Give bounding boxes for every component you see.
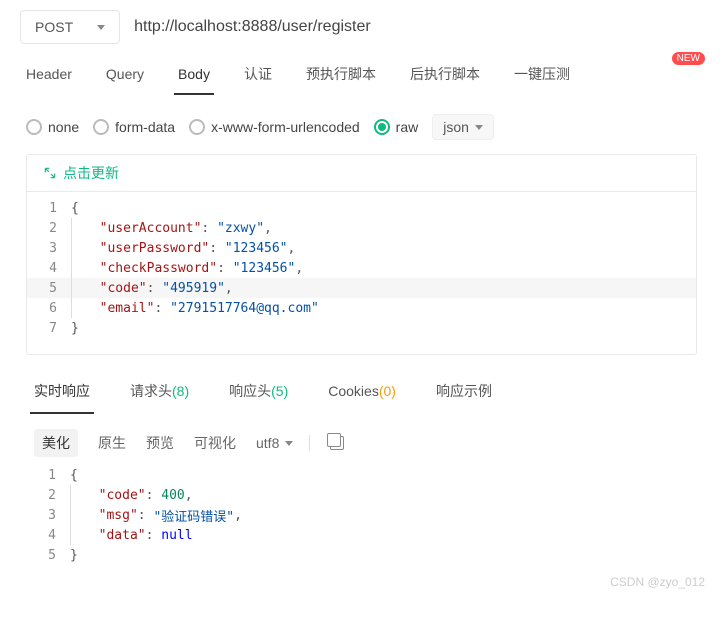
encoding-value: utf8 [256, 435, 279, 451]
resp-tab-count: (8) [172, 383, 189, 399]
body-type-form-data[interactable]: form-data [93, 119, 175, 135]
line-number: 6 [27, 301, 71, 316]
http-method-select[interactable]: POST [20, 10, 120, 44]
resp-tab-count: (0) [379, 383, 396, 399]
radio-label: form-data [115, 119, 175, 135]
line-number: 7 [27, 321, 71, 336]
resp-tab-cookies[interactable]: Cookies(0) [328, 383, 396, 411]
line-number: 2 [26, 488, 70, 503]
line-number: 3 [27, 241, 71, 256]
line-number: 5 [26, 548, 70, 563]
tab-pre-script[interactable]: 预执行脚本 [306, 64, 376, 96]
resp-tab-req-header[interactable]: 请求头(8) [130, 381, 189, 413]
line-number: 1 [27, 201, 71, 216]
radio-label: raw [396, 119, 419, 135]
line-number: 5 [27, 281, 71, 296]
resp-tab-label: 响应头 [229, 383, 271, 399]
refresh-icon [43, 166, 57, 180]
watermark: CSDN @zyo_012 [0, 575, 723, 595]
click-update-label: 点击更新 [63, 163, 119, 183]
request-url-input[interactable]: http://localhost:8888/user/register [134, 12, 703, 42]
request-body-editor-wrap: 点击更新 1{ 2 "userAccount": "zxwy", 3 "user… [26, 154, 697, 355]
radio-label: x-www-form-urlencoded [211, 119, 360, 135]
response-body-viewer[interactable]: 1{ 2 "code": 400, 3 "msg": "验证码错误", 4 "d… [26, 465, 697, 565]
body-type-row: none form-data x-www-form-urlencoded raw… [0, 96, 723, 154]
fmt-beautify[interactable]: 美化 [34, 429, 78, 457]
tab-query[interactable]: Query [106, 66, 144, 94]
copy-icon[interactable] [330, 436, 344, 450]
line-number: 3 [26, 508, 70, 523]
line-number: 1 [26, 468, 70, 483]
fmt-visual[interactable]: 可视化 [194, 433, 236, 453]
tab-auth[interactable]: 认证 [244, 64, 272, 96]
resp-tab-label: 请求头 [130, 383, 172, 399]
line-number: 2 [27, 221, 71, 236]
chevron-down-icon [97, 25, 105, 30]
tab-post-script[interactable]: 后执行脚本 [410, 64, 480, 96]
tab-header[interactable]: Header [26, 66, 72, 94]
line-number: 4 [26, 528, 70, 543]
request-body-editor[interactable]: 1{ 2 "userAccount": "zxwy", 3 "userPassw… [27, 192, 696, 354]
body-type-xwww[interactable]: x-www-form-urlencoded [189, 119, 360, 135]
resp-tab-realtime[interactable]: 实时响应 [34, 381, 90, 413]
resp-tab-count: (5) [271, 383, 288, 399]
radio-icon [26, 119, 42, 135]
raw-format-value: json [443, 119, 469, 135]
tab-body[interactable]: Body [178, 66, 210, 94]
radio-icon [93, 119, 109, 135]
radio-icon [189, 119, 205, 135]
chevron-down-icon [285, 441, 293, 446]
response-tabs: 实时响应 请求头(8) 响应头(5) Cookies(0) 响应示例 [0, 355, 723, 413]
radio-label: none [48, 119, 79, 135]
tab-pressure-test[interactable]: 一键压测 [514, 64, 570, 96]
encoding-select[interactable]: utf8 [256, 435, 310, 451]
radio-icon [374, 119, 390, 135]
resp-tab-label: Cookies [328, 383, 379, 399]
body-type-raw[interactable]: raw [374, 119, 419, 135]
raw-format-select[interactable]: json [432, 114, 494, 140]
fmt-preview[interactable]: 预览 [146, 433, 174, 453]
response-format-row: 美化 原生 预览 可视化 utf8 [0, 413, 723, 465]
line-number: 4 [27, 261, 71, 276]
resp-tab-resp-header[interactable]: 响应头(5) [229, 381, 288, 413]
request-tabs: Header Query Body 认证 预执行脚本 后执行脚本 一键压测 NE… [0, 54, 723, 96]
chevron-down-icon [475, 125, 483, 130]
resp-tab-example[interactable]: 响应示例 [436, 381, 492, 413]
body-type-none[interactable]: none [26, 119, 79, 135]
new-badge: NEW [672, 52, 705, 65]
click-update-button[interactable]: 点击更新 [27, 155, 696, 192]
fmt-raw[interactable]: 原生 [98, 433, 126, 453]
http-method-value: POST [35, 19, 73, 35]
